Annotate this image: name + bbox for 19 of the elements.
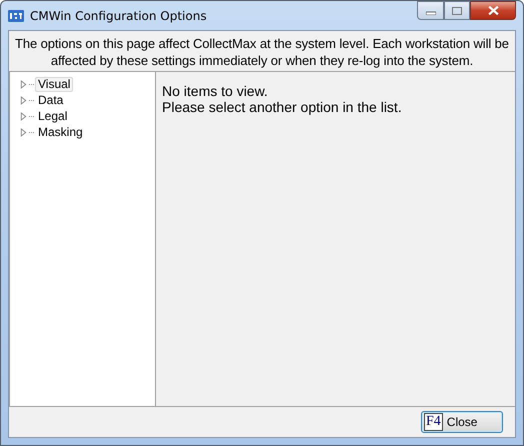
description-text: The options on this page affect CollectMax at the system level. Each workstation will be affected by these settings immediately or when they re-log into the system. bbox=[14, 35, 510, 70]
app-logo-icon bbox=[8, 10, 24, 22]
maximize-button[interactable] bbox=[444, 1, 470, 20]
maximize-icon bbox=[452, 6, 462, 14]
close-icon bbox=[488, 6, 498, 15]
close-button[interactable] bbox=[470, 1, 516, 20]
expand-icon[interactable] bbox=[20, 96, 27, 104]
tree-item[interactable]: Data bbox=[35, 92, 66, 108]
tree-item[interactable]: Legal bbox=[35, 108, 70, 124]
tree-item[interactable]: Masking bbox=[35, 124, 86, 140]
expand-icon[interactable] bbox=[20, 80, 27, 88]
message-text: No items to view. bbox=[162, 83, 269, 99]
expand-icon[interactable] bbox=[20, 128, 27, 136]
minimize-button[interactable] bbox=[417, 1, 444, 20]
expand-icon[interactable] bbox=[20, 112, 27, 120]
window-title: CMWin Configuration Options bbox=[30, 8, 208, 22]
close-button[interactable]: F4 Close bbox=[421, 411, 503, 433]
tree-item[interactable]: Visual bbox=[35, 76, 74, 92]
message-text: Please select another option in the list. bbox=[162, 99, 403, 115]
